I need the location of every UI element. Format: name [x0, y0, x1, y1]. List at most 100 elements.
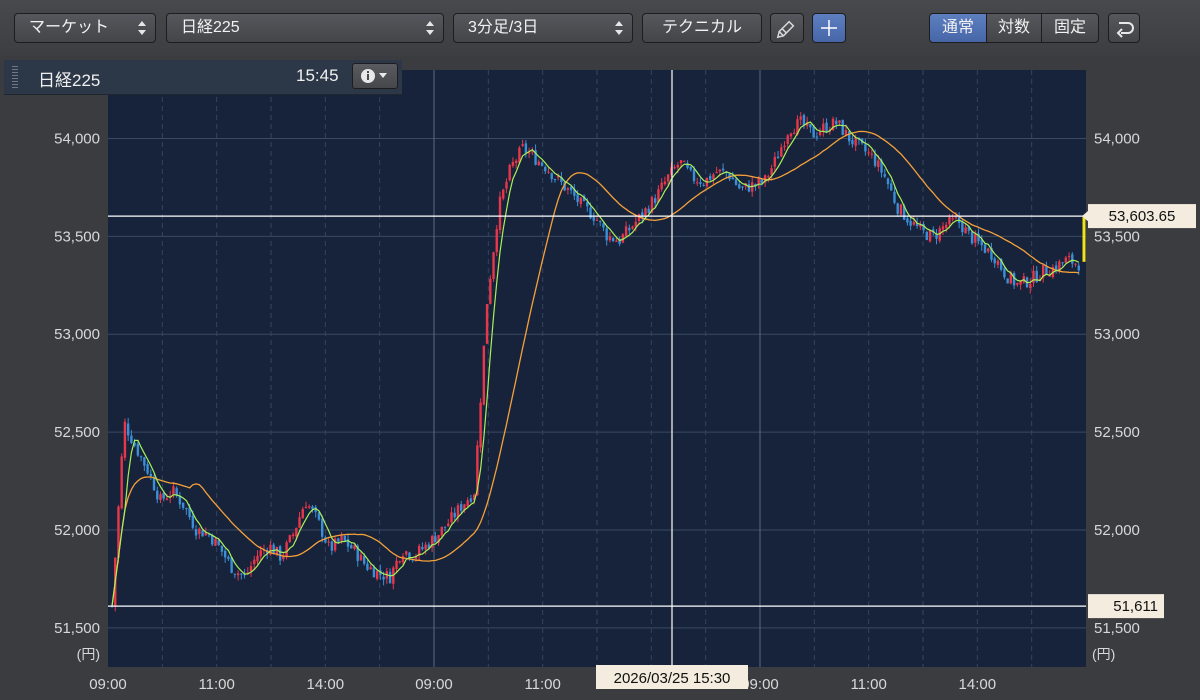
candle-body	[663, 181, 667, 185]
candle-body	[666, 174, 670, 182]
y-tick-label-right: 52,500	[1094, 424, 1140, 441]
candle-body	[696, 182, 699, 184]
candle-body	[152, 477, 156, 491]
candle-body	[259, 550, 262, 557]
candle-body	[123, 421, 127, 458]
candle-body	[295, 527, 298, 537]
candle-body	[996, 260, 1000, 265]
candle-body	[941, 226, 945, 230]
candle-body	[278, 546, 282, 561]
candle-body	[1071, 254, 1074, 264]
candle-body	[825, 122, 828, 132]
candle-body	[718, 169, 722, 172]
candle-body	[608, 236, 612, 241]
candle-body	[760, 179, 764, 183]
candle-body	[1003, 268, 1006, 278]
candle-body	[741, 186, 744, 188]
candle-body	[508, 164, 511, 181]
symbol-select[interactable]: 日経225	[166, 13, 444, 43]
candle-body	[925, 231, 928, 240]
candle-body	[786, 135, 789, 144]
y-tick-label-left: 52,500	[54, 424, 100, 441]
candle-body	[1064, 257, 1068, 263]
candle-body	[288, 535, 292, 543]
symbol-select-label: 日経225	[181, 19, 240, 36]
candle-body	[815, 136, 819, 138]
candle-body	[747, 184, 751, 192]
crosshair-button[interactable]	[812, 13, 846, 43]
price-chart[interactable]: 51,500 51,500 52,000 52,000 52,500 52,500 53,0…	[0, 56, 1200, 700]
candle-body	[492, 252, 495, 279]
candle-body	[540, 162, 544, 166]
candle-body	[217, 540, 220, 546]
candle-body	[589, 207, 592, 219]
candle-body	[191, 515, 195, 528]
period-select[interactable]: 3分足/3日	[453, 13, 633, 43]
y-tick-label-right: 54,000	[1094, 131, 1140, 148]
info-icon	[361, 69, 387, 83]
candle-body	[240, 573, 243, 575]
candle-body	[576, 194, 579, 202]
candle-body	[906, 218, 909, 223]
info-time: 15:45	[296, 66, 339, 85]
candle-body	[835, 120, 838, 125]
candle-body	[605, 228, 608, 241]
candle-body	[873, 154, 877, 166]
candle-body	[550, 173, 553, 180]
chart-area[interactable]: 51,500 51,500 52,000 52,000 52,500 52,500 53,0…	[0, 56, 1200, 700]
candle-body	[388, 571, 392, 584]
candle-body	[375, 570, 379, 579]
candle-body	[974, 234, 977, 243]
candle-body	[789, 133, 793, 137]
scale-mode-log[interactable]: 対数	[986, 13, 1042, 43]
candle-body	[699, 182, 702, 184]
candle-body	[676, 164, 680, 168]
candle-body	[1077, 265, 1080, 271]
candle-body	[330, 541, 334, 551]
scale-mode-normal[interactable]: 通常	[929, 13, 987, 43]
scale-mode-fixed[interactable]: 固定	[1041, 13, 1099, 43]
candle-body	[201, 530, 204, 537]
info-menu-button[interactable]	[352, 63, 398, 89]
pencil-icon	[776, 20, 795, 39]
market-select[interactable]: マーケット	[14, 13, 156, 43]
candle-body	[624, 226, 628, 237]
x-tick-label: 11:00	[198, 676, 234, 693]
candle-body	[236, 573, 240, 576]
candle-body	[434, 536, 437, 543]
candle-body	[928, 229, 932, 242]
candle-body	[301, 509, 304, 519]
drag-handle-icon[interactable]	[12, 66, 18, 88]
candle-body	[511, 162, 515, 166]
x-tick-label: 11:00	[850, 676, 886, 693]
candle-body	[146, 464, 149, 474]
period-select-label: 3分足/3日	[468, 19, 539, 36]
candle-body	[460, 504, 463, 511]
candle-body	[482, 345, 486, 405]
candle-body	[401, 556, 405, 563]
candle-body	[453, 512, 456, 518]
undo-button[interactable]	[1108, 13, 1140, 43]
candle-body	[592, 217, 595, 221]
candle-body	[615, 240, 618, 242]
candle-body	[595, 219, 599, 221]
candle-body	[893, 191, 896, 203]
y-tick-label-left: 53,500	[54, 228, 100, 245]
undo-icon	[1116, 22, 1134, 38]
technical-button[interactable]: テクニカル	[642, 13, 762, 43]
crosshair-time-label: 2026/03/25 15:30	[614, 670, 731, 687]
candle-body	[987, 248, 990, 252]
candle-body	[818, 131, 822, 136]
candle-body	[1067, 256, 1071, 258]
technical-button-label: テクニカル	[661, 19, 742, 36]
candle-body	[398, 561, 401, 563]
draw-tool-button[interactable]	[770, 13, 804, 43]
y-tick-label-right: 53,000	[1094, 326, 1140, 343]
candle-body	[1016, 283, 1019, 285]
candle-body	[1061, 262, 1064, 264]
market-select-label: マーケット	[29, 19, 110, 36]
candle-body	[654, 198, 657, 203]
candle-body	[424, 544, 427, 550]
candle-body	[498, 196, 502, 230]
candle-body	[799, 116, 802, 120]
